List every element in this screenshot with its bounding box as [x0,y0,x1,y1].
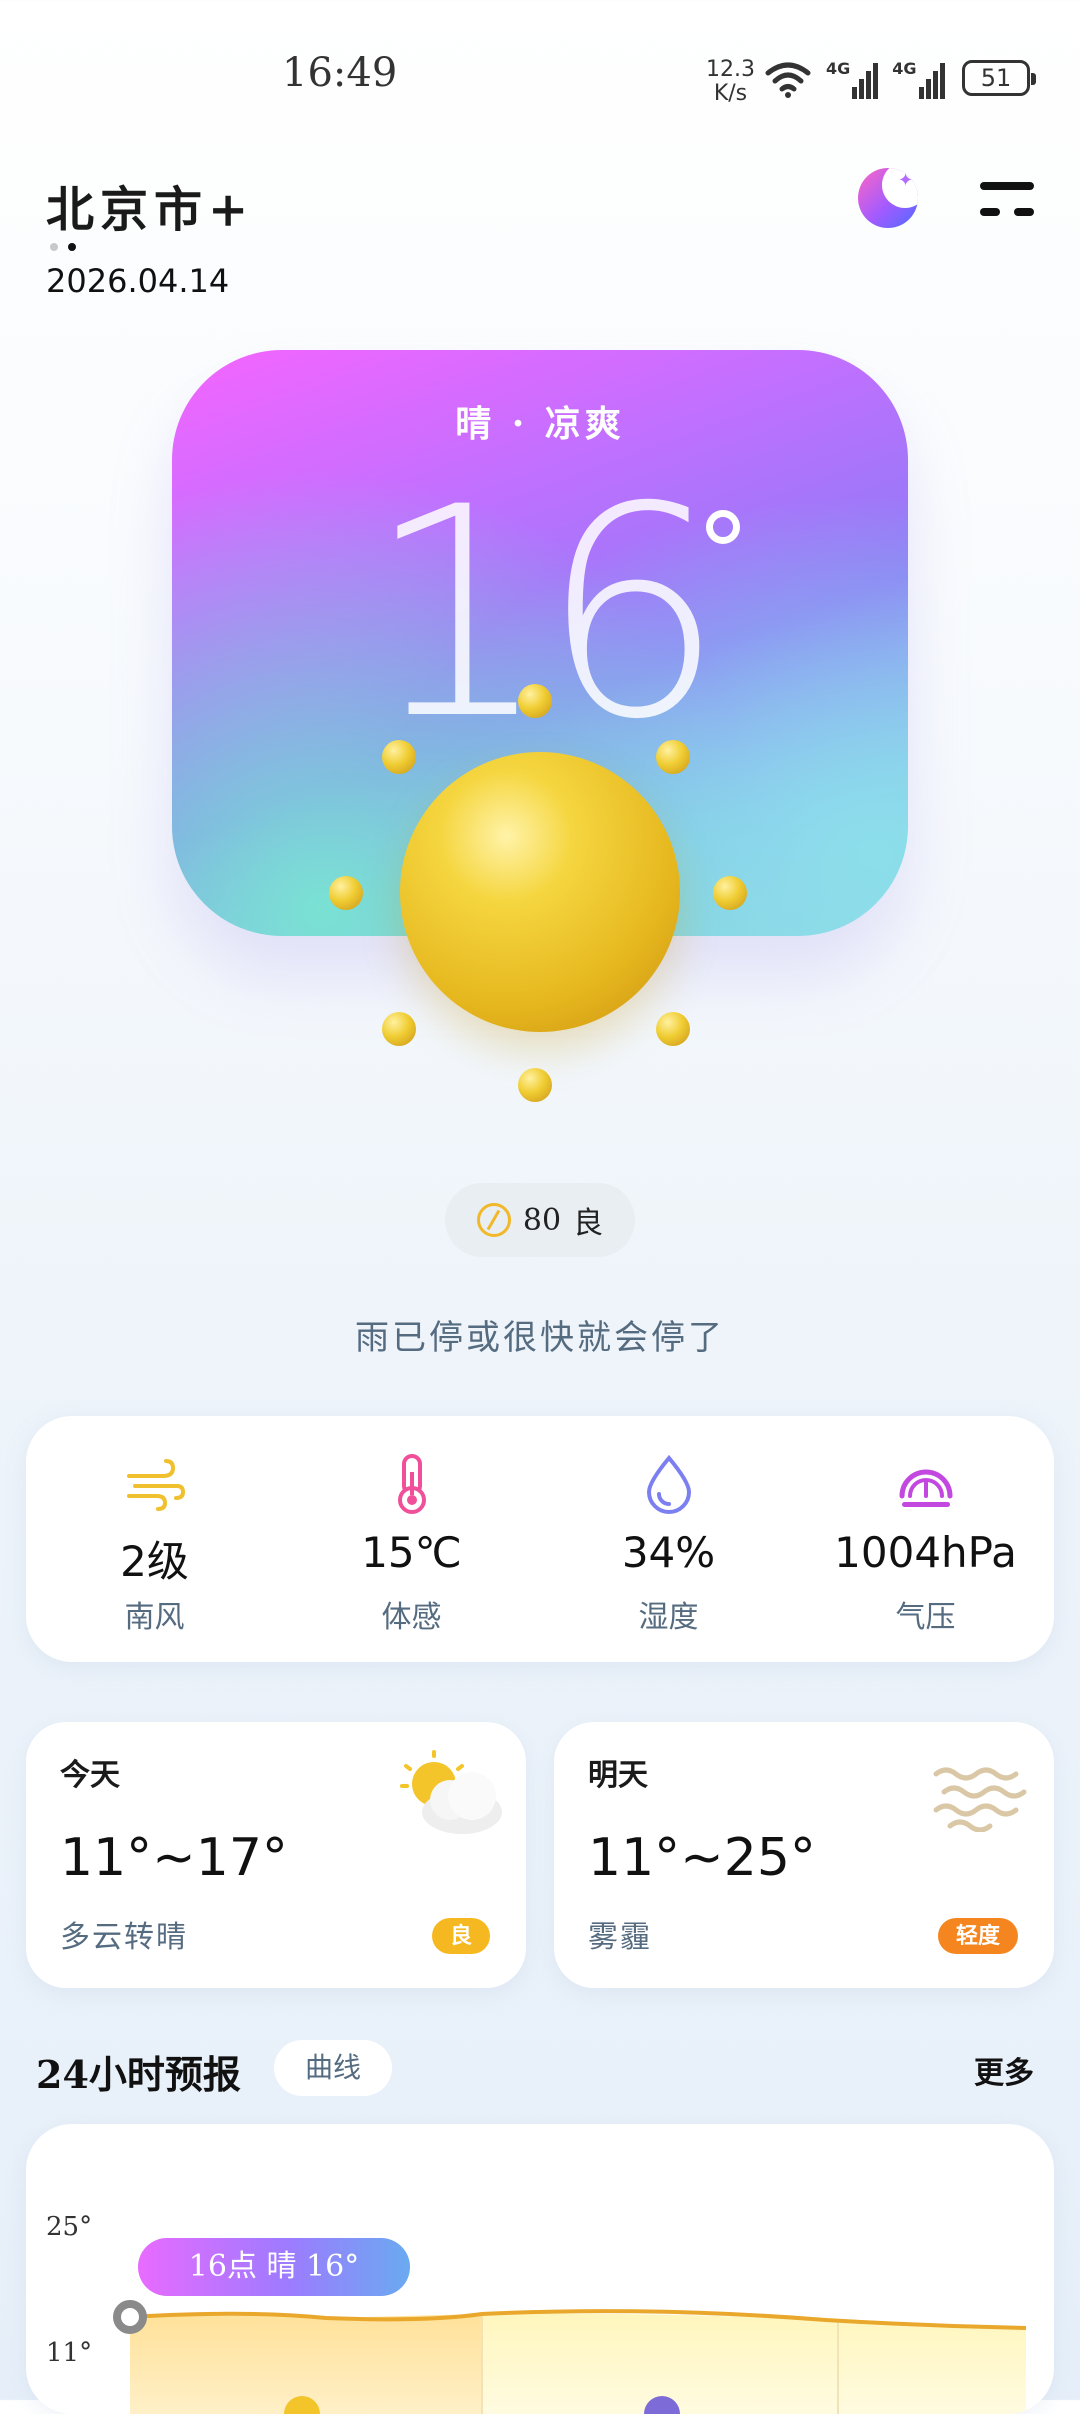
sun-ray [518,684,552,718]
precipitation-note: 雨已停或很快就会停了 [355,1318,725,1358]
net-speed: 12.3 K/s [706,58,755,106]
weather-metrics-card[interactable]: 2级 南风 15℃ 体感 34% 湿度 1004hPa 气压 [26,1416,1054,1662]
signal-4g-icon: 4G [892,59,945,99]
status-time: 16:49 [282,50,398,96]
date-label: 2026.04.14 [46,262,230,300]
sun-ray [518,1068,552,1102]
wifi-icon [765,62,811,98]
sun-ray [382,740,416,774]
tomorrow-temp-range: 11°~25° [588,1828,816,1888]
tomorrow-description: 雾霾 [588,1920,652,1955]
sun-ray [656,740,690,774]
metric-label: 南风 [124,1600,185,1635]
page-dot [50,243,58,251]
sparkle-icon: ✦ [898,170,914,191]
metric-label: 气压 [895,1600,956,1635]
y-tick-25: 25° [46,2212,93,2242]
aqi-level: 良 [573,1206,604,1241]
metric-pressure: 1004hPa 气压 [797,1416,1054,1662]
metric-label: 体感 [381,1600,442,1635]
tomorrow-aqi-badge: 轻度 [937,1918,1018,1954]
leaf-icon [476,1203,511,1237]
net-speed-value: 12.3 [706,57,755,82]
today-label: 今天 [60,1758,120,1793]
metric-feels-like: 15℃ 体感 [283,1416,540,1662]
tomorrow-label: 明天 [588,1758,648,1793]
forecast-hour-tooltip: 16点 晴 16° [138,2238,410,2296]
metric-value: 34% [621,1528,716,1577]
aqi-badge[interactable]: 80 良 [445,1183,635,1257]
today-card[interactable]: 今天 11°~17° 多云转晴 良 [26,1722,526,1988]
city-selector[interactable]: 北京市+ [46,170,254,240]
forecast-24h-title: 24小时预报 [36,2052,241,2097]
curve-view-tab[interactable]: 曲线 [274,2040,392,2096]
sun-ray [656,1012,690,1046]
sun-ray [329,876,363,910]
status-icons: 4G 4G [764,56,945,102]
sun-ray [382,1012,416,1046]
today-aqi-badge: 良 [431,1918,490,1954]
add-city-icon[interactable]: + [208,182,254,238]
gauge-icon [899,1469,952,1507]
thermometer-icon [397,1454,426,1514]
sun-icon [400,752,680,1032]
aqi-value: 80 [522,1202,562,1238]
sun-ray [713,876,747,910]
tomorrow-card[interactable]: 明天 11°~25° 雾霾 轻度 [554,1722,1054,1988]
metric-value: 2级 [120,1537,189,1586]
signal-4g-icon: 4G [826,59,879,99]
today-temp-range: 11°~17° [60,1828,288,1888]
degree-symbol [706,510,740,544]
city-name: 北京市 [46,182,209,238]
menu-icon[interactable] [980,178,1034,224]
metric-humidity: 34% 湿度 [540,1416,797,1662]
page-dot-active [68,243,76,251]
metric-wind: 2级 南风 [26,1416,283,1662]
page-indicator [50,243,76,251]
today-description: 多云转晴 [60,1920,188,1955]
y-tick-11: 11° [46,2338,93,2368]
metric-value: 1004hPa [834,1528,1017,1577]
wind-icon [126,1459,185,1511]
droplet-icon [646,1454,691,1514]
partly-cloudy-icon [400,1750,502,1834]
condition-text: 晴 · 凉爽 [455,403,625,445]
haze-icon [933,1767,1027,1832]
more-link[interactable]: 更多 [974,2048,1034,2092]
metric-label: 湿度 [638,1600,699,1635]
metric-value: 15℃ [361,1528,462,1577]
net-speed-unit: K/s [713,81,748,106]
battery-icon: 51 [962,60,1036,96]
